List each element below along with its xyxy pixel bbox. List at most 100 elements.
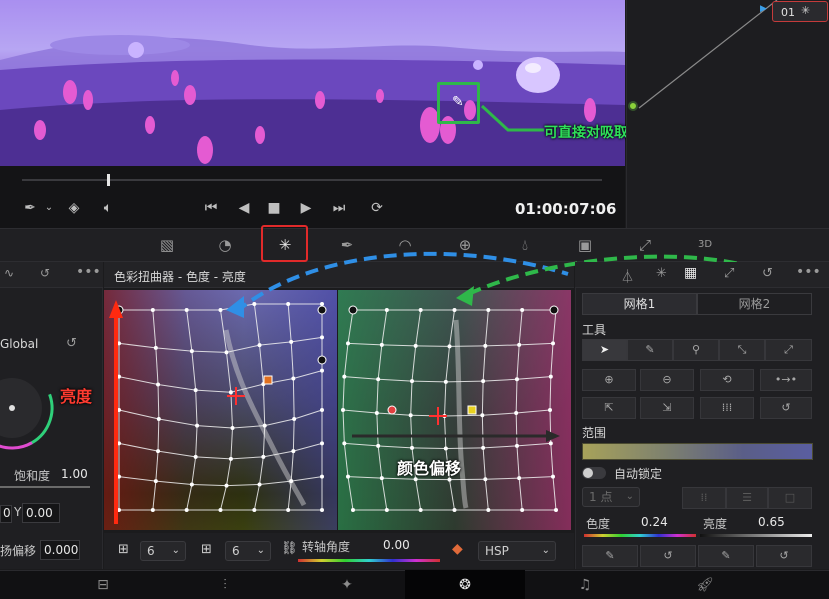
mesh-point[interactable] — [514, 411, 519, 415]
tab-mesh1[interactable]: 网格1 — [582, 293, 697, 315]
hsl-warper-icon[interactable]: ⏃ — [621, 266, 634, 285]
mesh-point[interactable] — [408, 413, 413, 418]
mesh-point[interactable] — [548, 408, 552, 412]
grid-mode-icon[interactable]: ▦ — [684, 265, 697, 281]
mesh-point[interactable] — [443, 379, 448, 384]
mesh-point[interactable] — [257, 343, 262, 348]
chevron-down-icon[interactable]: ⌄ — [42, 199, 56, 217]
mesh-point[interactable] — [551, 474, 555, 479]
mesh-point[interactable] — [351, 508, 355, 512]
rotation-value[interactable]: 0.00 — [383, 538, 410, 552]
grid-rows-select[interactable]: 6 ⌄ — [225, 541, 271, 561]
expand-icon[interactable]: ⤢ — [724, 266, 734, 281]
eyedropper-tool-icon[interactable]: ✒ — [20, 199, 40, 217]
mesh-point[interactable] — [320, 441, 324, 446]
mesh-point[interactable] — [193, 454, 198, 459]
mesh-point[interactable] — [261, 454, 266, 459]
scope-icon[interactable]: ∿ — [4, 266, 14, 280]
mesh-point[interactable] — [320, 368, 324, 373]
mesh-point[interactable] — [257, 482, 262, 487]
cut-page-icon[interactable]: ⊟ — [88, 574, 118, 596]
reset-icon[interactable]: ↺ — [40, 266, 50, 280]
hue-value[interactable]: 0.24 — [641, 515, 668, 529]
mesh-point[interactable] — [379, 476, 384, 481]
mesh-point[interactable] — [481, 379, 486, 384]
mesh-point[interactable] — [320, 508, 324, 512]
mesh-point[interactable] — [289, 479, 294, 484]
global-color-wheel[interactable] — [0, 360, 70, 460]
luma-pick-button[interactable]: ✎ — [698, 545, 754, 567]
select-up-button[interactable]: ⇱ — [582, 397, 636, 419]
play-reverse-icon[interactable]: ◀ — [234, 199, 254, 217]
layers-icon[interactable]: ◈ — [64, 199, 84, 217]
mesh-point[interactable] — [486, 508, 491, 512]
align-left-button[interactable]: ⁞⁞ — [682, 487, 726, 509]
pin-point-button[interactable]: ⟲ — [700, 369, 754, 391]
mesh-point[interactable] — [193, 388, 198, 393]
point-nav-button[interactable]: •→• — [760, 369, 812, 391]
tab-mesh2[interactable]: 网格2 — [697, 293, 812, 315]
mesh-point[interactable] — [291, 449, 296, 454]
mesh-point[interactable] — [447, 344, 452, 349]
mesh-point[interactable] — [517, 342, 522, 347]
mesh-point[interactable] — [320, 474, 324, 479]
mesh-point[interactable] — [150, 508, 155, 512]
mesh-point[interactable] — [376, 443, 381, 448]
mesh-point[interactable] — [514, 443, 519, 448]
mesh-point[interactable] — [184, 308, 189, 312]
mesh-point[interactable] — [346, 474, 350, 479]
mesh-point[interactable] — [156, 382, 161, 387]
chroma-luma-grid[interactable] — [104, 290, 337, 530]
mesh-point[interactable] — [551, 341, 555, 346]
luma-slider[interactable] — [700, 534, 812, 537]
mesh-point[interactable] — [480, 413, 485, 418]
draw-tool-icon[interactable]: ✎ — [627, 339, 673, 361]
volume-icon[interactable]: 🔈︎ — [98, 199, 118, 217]
node-output-dot[interactable] — [628, 101, 638, 111]
viewer-image[interactable] — [0, 0, 625, 166]
mesh-point[interactable] — [224, 483, 229, 488]
mesh-point[interactable] — [320, 335, 324, 340]
mesh-point[interactable] — [554, 508, 558, 512]
points-select[interactable]: 1 点 ⌄ — [582, 487, 640, 507]
hue-saturation-grid[interactable] — [338, 290, 571, 530]
mesh-point[interactable] — [292, 417, 297, 421]
mesh-point[interactable] — [153, 345, 158, 350]
mesh-point[interactable] — [230, 426, 235, 430]
mesh-point[interactable] — [184, 508, 189, 512]
play-icon[interactable]: ▶ — [296, 199, 316, 217]
select-all-button[interactable]: ⁞⁞⁞ — [700, 397, 754, 419]
remove-point-button[interactable]: ⊖ — [640, 369, 694, 391]
mesh-point[interactable] — [410, 445, 415, 450]
mesh-point[interactable] — [228, 456, 233, 461]
offset-value[interactable]: 0.000 — [40, 540, 80, 560]
edit-page-icon[interactable]: ⫶ — [210, 574, 240, 596]
color-page-icon[interactable]: ❂ — [450, 574, 480, 596]
rotation-slider[interactable] — [298, 559, 440, 562]
mesh-point[interactable] — [520, 508, 525, 512]
mesh-point[interactable] — [374, 411, 379, 415]
mesh-point[interactable] — [189, 482, 194, 487]
saturation-value[interactable]: 1.00 — [61, 467, 88, 481]
collapse-tool-icon[interactable]: ⤡ — [719, 339, 765, 361]
edge-pin-point[interactable] — [317, 355, 327, 365]
colorspace-select[interactable]: HSP ⌄ — [478, 541, 556, 561]
mesh-point[interactable] — [156, 449, 161, 454]
mesh-point[interactable] — [150, 308, 155, 312]
scrubber-playhead[interactable] — [107, 174, 110, 186]
range-gradient-bar[interactable] — [582, 443, 813, 460]
hue-pin-point[interactable] — [387, 405, 397, 415]
luma-value[interactable]: 0.65 — [758, 515, 785, 529]
select-tool-icon[interactable]: ➤ — [582, 339, 627, 361]
fairlight-page-icon[interactable]: ♫ — [570, 574, 600, 596]
mesh-point[interactable] — [224, 350, 229, 355]
color-cube-icon[interactable]: ◆ — [452, 541, 463, 557]
mesh-point[interactable] — [320, 408, 324, 412]
skip-back-icon[interactable]: ⏮ — [200, 199, 222, 217]
global-reset-icon[interactable]: ↺ — [66, 336, 77, 351]
mesh-point[interactable] — [341, 408, 345, 412]
deliver-page-icon[interactable]: 🚀︎ — [690, 574, 720, 596]
mesh-point[interactable] — [413, 343, 418, 348]
align-right-button[interactable]: □ — [768, 487, 812, 509]
mesh-point[interactable] — [517, 476, 522, 481]
